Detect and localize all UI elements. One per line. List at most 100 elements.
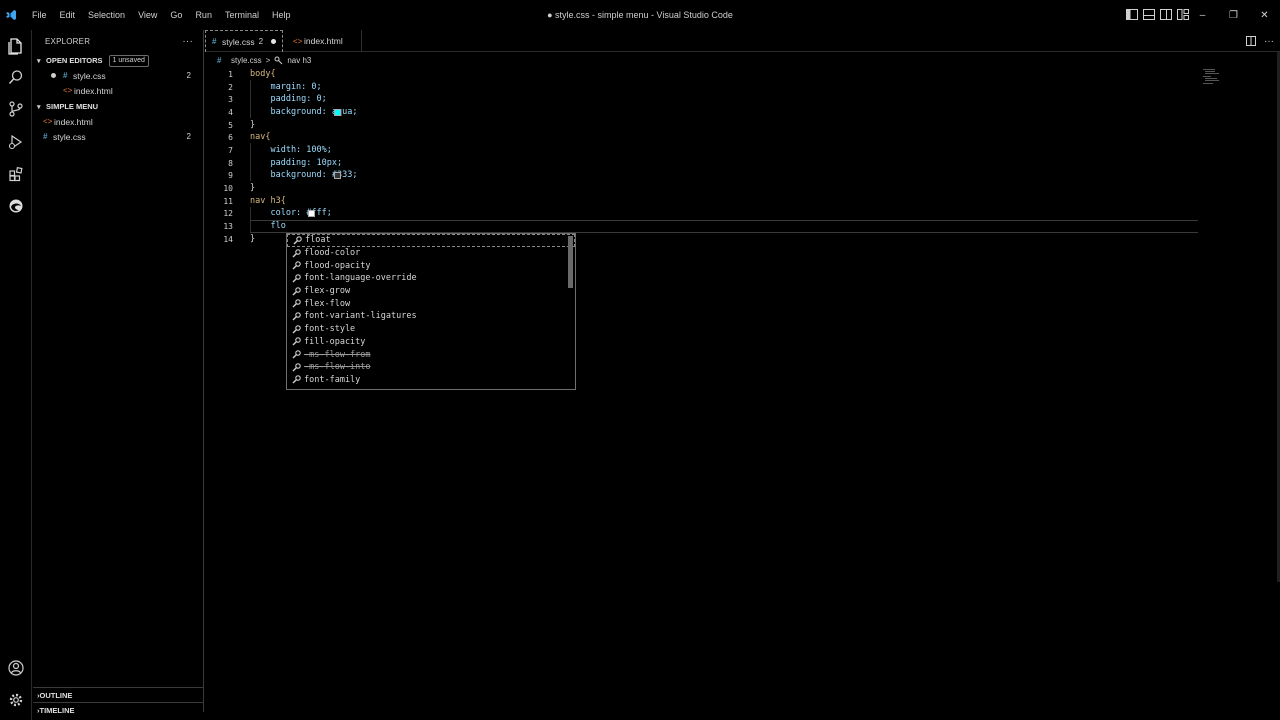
code-text: width: 100%; xyxy=(250,145,332,156)
file-tree-item[interactable]: # style.css 2 xyxy=(33,129,203,144)
explorer-icon[interactable] xyxy=(5,35,27,57)
unsaved-dot-icon[interactable] xyxy=(51,73,56,78)
line-number: 1 xyxy=(228,69,233,79)
menu-help[interactable]: Help xyxy=(266,10,298,20)
suggestion-item[interactable]: -ms-flow-into xyxy=(287,361,575,374)
color-swatch-aqua[interactable] xyxy=(334,109,341,116)
run-debug-icon[interactable] xyxy=(5,131,27,153)
code-editor[interactable]: 1 body{ 2 margin: 0; 3 padding: 0; 4 bac… xyxy=(205,67,1280,720)
line-number: 8 xyxy=(228,158,233,168)
suggestion-item[interactable]: -ms-flow-from xyxy=(287,348,575,361)
toggle-panel-icon[interactable] xyxy=(1143,9,1155,20)
line-number: 13 xyxy=(223,221,233,231)
minimize-button[interactable]: – xyxy=(1187,0,1218,30)
code-text: padding: 10px; xyxy=(250,158,343,169)
suggestion-item[interactable]: flood-opacity xyxy=(287,259,575,272)
suggestion-item[interactable]: flood-color xyxy=(287,247,575,260)
property-wrench-icon xyxy=(290,261,303,271)
restore-button[interactable]: ❐ xyxy=(1218,0,1249,30)
more-actions-icon[interactable]: ··· xyxy=(1264,36,1274,47)
explorer-more-actions-icon[interactable]: ··· xyxy=(182,36,193,47)
menu-terminal[interactable]: Terminal xyxy=(219,10,266,20)
split-editor-icon[interactable] xyxy=(1246,36,1256,46)
line-number: 7 xyxy=(228,145,233,155)
tab-label: style.css xyxy=(222,36,255,47)
line-number: 9 xyxy=(228,170,233,180)
timeline-section[interactable]: › TIMELINE xyxy=(33,702,204,717)
menu-selection[interactable]: Selection xyxy=(82,10,132,20)
edge-icon[interactable] xyxy=(5,195,27,217)
minimap[interactable] xyxy=(1203,67,1243,87)
suggestion-label: font-family xyxy=(304,374,361,385)
close-button[interactable]: ✕ xyxy=(1249,0,1280,30)
suggestion-item[interactable]: font-style xyxy=(287,323,575,336)
code-text: body{ xyxy=(250,69,276,80)
code-line: 8 padding: 10px; xyxy=(205,157,342,170)
settings-gear-icon[interactable] xyxy=(5,689,27,711)
breadcrumb-separator: > xyxy=(265,55,271,65)
tab-style-css[interactable]: # style.css 2 xyxy=(205,30,283,52)
chevron-down-icon: ▾ xyxy=(37,57,41,65)
breadcrumb-symbol[interactable]: nav h3 xyxy=(287,56,311,65)
toggle-secondary-sidebar-icon[interactable] xyxy=(1160,9,1172,20)
search-icon[interactable] xyxy=(5,66,27,88)
color-swatch-fff[interactable] xyxy=(308,210,315,217)
open-editor-item[interactable]: <> index.html xyxy=(33,83,203,98)
file-tree-item[interactable]: <> index.html xyxy=(33,114,203,129)
property-wrench-icon xyxy=(290,311,303,321)
open-editor-label: style.css xyxy=(73,70,106,81)
suggestion-item[interactable]: fill-opacity xyxy=(287,336,575,349)
code-text: } xyxy=(250,120,256,131)
menu-view[interactable]: View xyxy=(132,10,164,20)
code-text: nav{ xyxy=(250,132,271,143)
editor-tabs: # style.css 2 <> index.html ··· xyxy=(205,30,1280,52)
source-control-icon[interactable] xyxy=(5,98,27,120)
current-line-highlight xyxy=(250,220,1198,233)
explorer-sidebar: EXPLORER ··· ▾ OPEN EDITORS 1 unsaved # … xyxy=(33,30,204,715)
symbol-key-icon xyxy=(274,56,283,64)
property-wrench-icon xyxy=(290,375,303,385)
open-editors-section[interactable]: ▾ OPEN EDITORS 1 unsaved xyxy=(33,53,203,68)
suggestion-scrollbar[interactable] xyxy=(568,236,573,288)
folder-section[interactable]: ▾ SIMPLE MENU xyxy=(33,99,203,114)
property-wrench-icon xyxy=(290,273,303,283)
menu-bar: File Edit Selection View Go Run Terminal… xyxy=(26,10,297,20)
suggestion-item[interactable]: float xyxy=(287,234,575,247)
code-line: 14 } xyxy=(205,233,255,246)
menu-go[interactable]: Go xyxy=(164,10,189,20)
problem-count: 2 xyxy=(186,132,191,141)
outline-title: OUTLINE xyxy=(39,690,73,700)
suggestion-label: font-language-override xyxy=(304,273,417,284)
menu-run[interactable]: Run xyxy=(189,10,219,20)
suggestion-label: font-style xyxy=(304,324,356,335)
menu-edit[interactable]: Edit xyxy=(54,10,83,20)
line-number: 5 xyxy=(228,120,233,130)
css-file-icon: # xyxy=(63,71,68,80)
code-text: nav h3{ xyxy=(250,196,286,207)
extensions-icon[interactable] xyxy=(5,163,27,185)
toggle-primary-sidebar-icon[interactable] xyxy=(1126,9,1138,20)
suggestion-item[interactable]: flex-grow xyxy=(287,285,575,298)
tab-index-html[interactable]: <> index.html xyxy=(283,30,362,52)
activity-bar xyxy=(0,30,32,720)
html-file-icon: <> xyxy=(63,86,73,95)
color-swatch-333[interactable] xyxy=(334,172,341,179)
menu-file[interactable]: File xyxy=(26,10,54,20)
html-file-icon: <> xyxy=(293,36,303,46)
property-wrench-icon xyxy=(290,337,303,347)
unsaved-dot-icon[interactable] xyxy=(271,39,277,44)
suggestion-item[interactable]: font-variant-ligatures xyxy=(287,310,575,323)
code-text: background: aqua; xyxy=(250,107,358,118)
outline-section[interactable]: › OUTLINE xyxy=(33,687,204,702)
property-wrench-icon xyxy=(290,350,303,360)
suggestion-item[interactable]: font-family xyxy=(287,374,575,387)
suggestion-item[interactable]: flex-flow xyxy=(287,297,575,310)
breadcrumb-file[interactable]: style.css xyxy=(231,56,262,65)
problem-count: 2 xyxy=(186,71,191,80)
suggestion-item[interactable]: font-language-override xyxy=(287,272,575,285)
open-editor-item[interactable]: # style.css 2 xyxy=(33,68,203,83)
account-icon[interactable] xyxy=(5,657,27,679)
file-tree-label: style.css xyxy=(53,131,86,142)
property-wrench-icon xyxy=(290,324,303,334)
line-number: 3 xyxy=(228,94,233,104)
